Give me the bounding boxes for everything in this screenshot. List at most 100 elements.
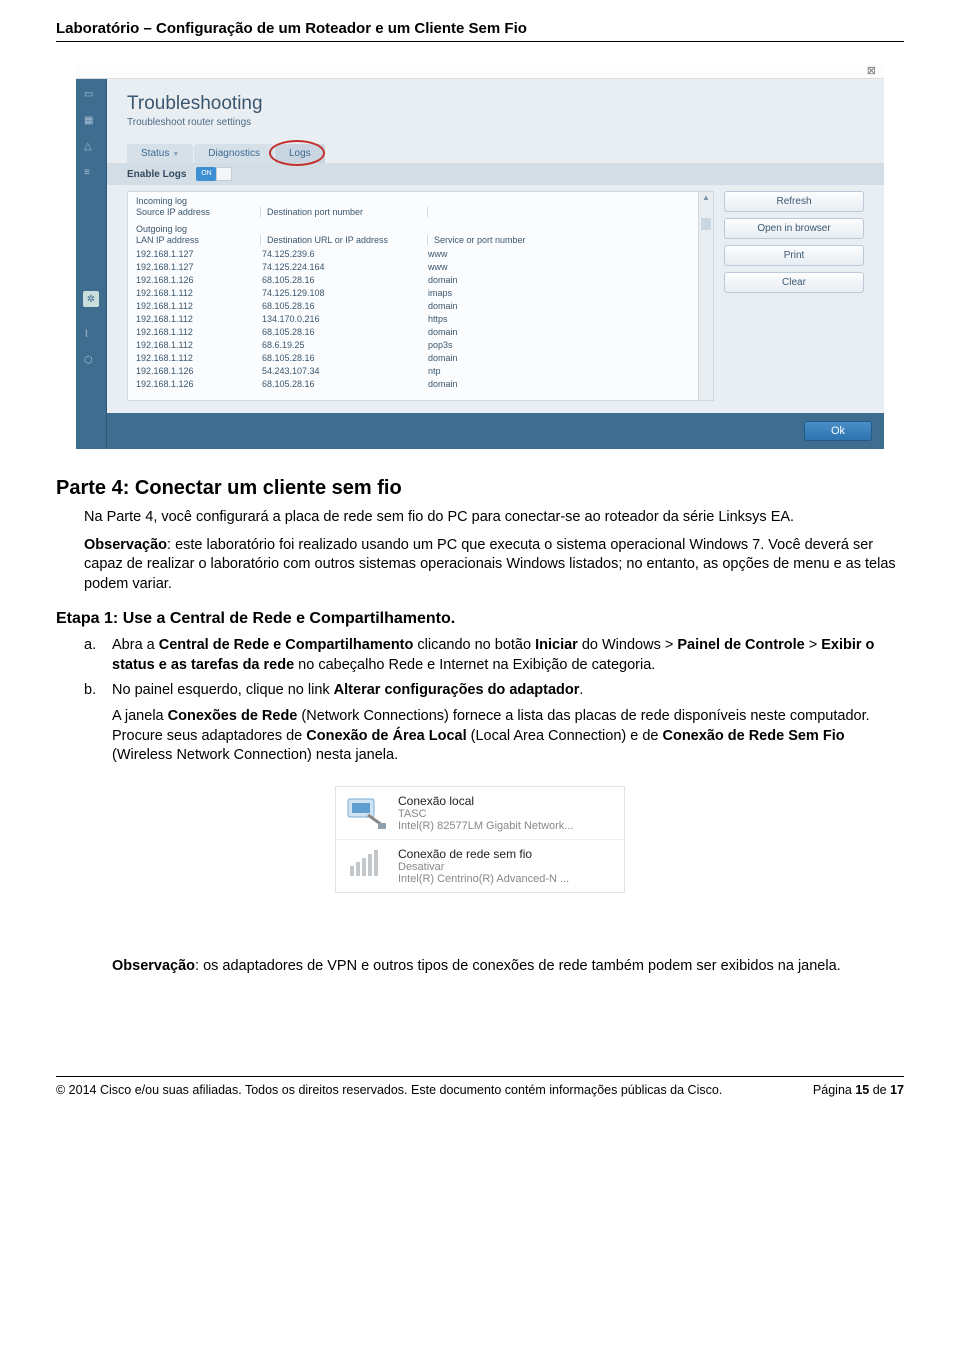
outgoing-h2: Destination URL or IP address (261, 235, 428, 245)
scroll-up-icon[interactable]: ▲ (699, 192, 713, 204)
conn-local-title: Conexão local (398, 794, 573, 808)
log-row: 192.168.1.11268.105.28.16domain (136, 352, 705, 365)
footer-right: Página 15 de 17 (813, 1083, 904, 1097)
obs1-text: : este laboratório foi realizado usando … (84, 537, 896, 592)
t: Conexão de Rede Sem Fio (663, 728, 845, 744)
log-row: 192.168.1.12668.105.28.16domain (136, 378, 705, 391)
obs1-prefix: Observação (84, 537, 167, 553)
t: > (805, 637, 822, 653)
t: (Local Area Connection) e de (467, 728, 663, 744)
wireless-icon (344, 846, 388, 886)
step-b-sub: A janela Conexões de Rede (Network Conne… (112, 707, 904, 766)
outgoing-h3: Service or port number (428, 235, 526, 245)
clear-button[interactable]: Clear (724, 272, 864, 293)
log-row: 192.168.1.12774.125.239.6www (136, 248, 705, 261)
log-row: 192.168.1.11268.6.19.25pop3s (136, 339, 705, 352)
t: Painel de Controle (677, 637, 804, 653)
conn-wireless-title: Conexão de rede sem fio (398, 847, 569, 861)
observation-1: Observação: este laboratório foi realiza… (56, 536, 904, 595)
tab-status[interactable]: Status▼ (127, 144, 193, 163)
ethernet-icon (344, 793, 388, 833)
wifi-icon[interactable]: ⌇ (84, 329, 98, 341)
incoming-h2: Destination port number (261, 207, 428, 217)
conn-local-net: TASC (398, 808, 573, 820)
conn-wireless-adapter: Intel(R) Centrino(R) Advanced-N ... (398, 873, 569, 885)
scrollbar[interactable]: ▲ (698, 192, 713, 400)
t: no cabeçalho Rede e Internet na Exibição… (294, 657, 655, 673)
fr-p: Página (813, 1083, 855, 1097)
t: Iniciar (535, 637, 578, 653)
obs2-text: : os adaptadores de VPN e outros tipos d… (195, 958, 841, 974)
alert-icon[interactable]: △ (84, 141, 98, 153)
log-row: 192.168.1.11268.105.28.16domain (136, 300, 705, 313)
close-icon[interactable]: ⊠ (867, 64, 876, 77)
t: A janela (112, 708, 168, 724)
chevron-down-icon: ▼ (172, 151, 179, 158)
refresh-button[interactable]: Refresh (724, 191, 864, 212)
step-a-marker: a. (84, 636, 112, 675)
open-browser-button[interactable]: Open in browser (724, 218, 864, 239)
t: clicando no botão (413, 637, 535, 653)
toggle-knob (216, 167, 232, 181)
t: do Windows > (578, 637, 678, 653)
dashboard-icon[interactable]: ▭ (84, 89, 98, 101)
calendar-icon[interactable]: ▦ (84, 115, 98, 127)
log-row: 192.168.1.12654.243.107.34ntp (136, 365, 705, 378)
t: . (579, 682, 583, 698)
t: Central de Rede e Compartilhamento (159, 637, 414, 653)
tab-logs-label: Logs (289, 148, 311, 159)
incoming-log-label: Incoming log (136, 196, 705, 206)
gear-icon[interactable]: ✲ (83, 291, 99, 307)
outgoing-log-label: Outgoing log (136, 224, 705, 234)
step-b: b. No painel esquerdo, clique no link Al… (84, 681, 904, 701)
part4-intro: Na Parte 4, você configurará a placa de … (56, 508, 904, 528)
fr-de: de (869, 1083, 890, 1097)
part4-heading: Parte 4: Conectar um cliente sem fio (56, 477, 904, 500)
step-b-marker: b. (84, 681, 112, 701)
router-footer: Ok (107, 413, 884, 449)
doc-header: Laboratório – Configuração de um Roteado… (56, 20, 904, 42)
conn-wireless-status: Desativar (398, 861, 569, 873)
enable-logs-label: Enable Logs (127, 169, 186, 180)
page-subtitle: Troubleshoot router settings (127, 117, 864, 128)
scroll-thumb[interactable] (701, 218, 711, 230)
log-row: 192.168.1.11274.125.129.108imaps (136, 287, 705, 300)
router-screenshot: ⊠ ▭ ▦ △ ≡ ✲ ⌇ ⬡ Troubleshooting Troubles… (76, 64, 884, 449)
list-icon[interactable]: ≡ (84, 167, 98, 179)
log-row: 192.168.1.112134.170.0.216https (136, 313, 705, 326)
log-row: 192.168.1.12668.105.28.16domain (136, 274, 705, 287)
ok-button[interactable]: Ok (804, 421, 872, 441)
network-connections-screenshot: Conexão local TASC Intel(R) 82577LM Giga… (335, 786, 625, 893)
t: Alterar configurações do adaptador (334, 682, 580, 698)
fr-t: 17 (890, 1083, 904, 1097)
page-title: Troubleshooting (127, 93, 864, 115)
step-a: a. Abra a Central de Rede e Compartilham… (84, 636, 904, 675)
t: Abra a (112, 637, 159, 653)
window-titlebar: ⊠ (76, 64, 884, 79)
toggle-on-label: ON (196, 167, 216, 181)
router-sidebar: ▭ ▦ △ ≡ ✲ ⌇ ⬡ (76, 79, 107, 449)
fr-n: 15 (855, 1083, 869, 1097)
log-row: 192.168.1.12774.125.224.164www (136, 261, 705, 274)
conn-wireless[interactable]: Conexão de rede sem fio Desativar Intel(… (336, 839, 624, 892)
obs2-prefix: Observação (112, 958, 195, 974)
t: (Wireless Network Connection) nesta jane… (112, 747, 398, 763)
observation-2: Observação: os adaptadores de VPN e outr… (112, 957, 904, 977)
outgoing-h1: LAN IP address (136, 235, 261, 245)
incoming-h1: Source IP address (136, 207, 261, 217)
tab-diagnostics[interactable]: Diagnostics (194, 144, 274, 163)
shield-icon[interactable]: ⬡ (84, 355, 98, 367)
print-button[interactable]: Print (724, 245, 864, 266)
etapa1-heading: Etapa 1: Use a Central de Rede e Compart… (56, 610, 904, 628)
tab-logs[interactable]: Logs (275, 144, 325, 163)
t: Conexões de Rede (168, 708, 298, 724)
t: Conexão de Área Local (306, 728, 466, 744)
log-row: 192.168.1.11268.105.28.16domain (136, 326, 705, 339)
logs-panel: Incoming log Source IP address Destinati… (127, 191, 714, 401)
t: No painel esquerdo, clique no link (112, 682, 334, 698)
enable-logs-toggle[interactable]: ON (196, 167, 232, 181)
doc-footer: © 2014 Cisco e/ou suas afiliadas. Todos … (56, 1076, 904, 1097)
conn-local[interactable]: Conexão local TASC Intel(R) 82577LM Giga… (336, 787, 624, 839)
footer-left: © 2014 Cisco e/ou suas afiliadas. Todos … (56, 1083, 722, 1097)
conn-local-adapter: Intel(R) 82577LM Gigabit Network... (398, 820, 573, 832)
